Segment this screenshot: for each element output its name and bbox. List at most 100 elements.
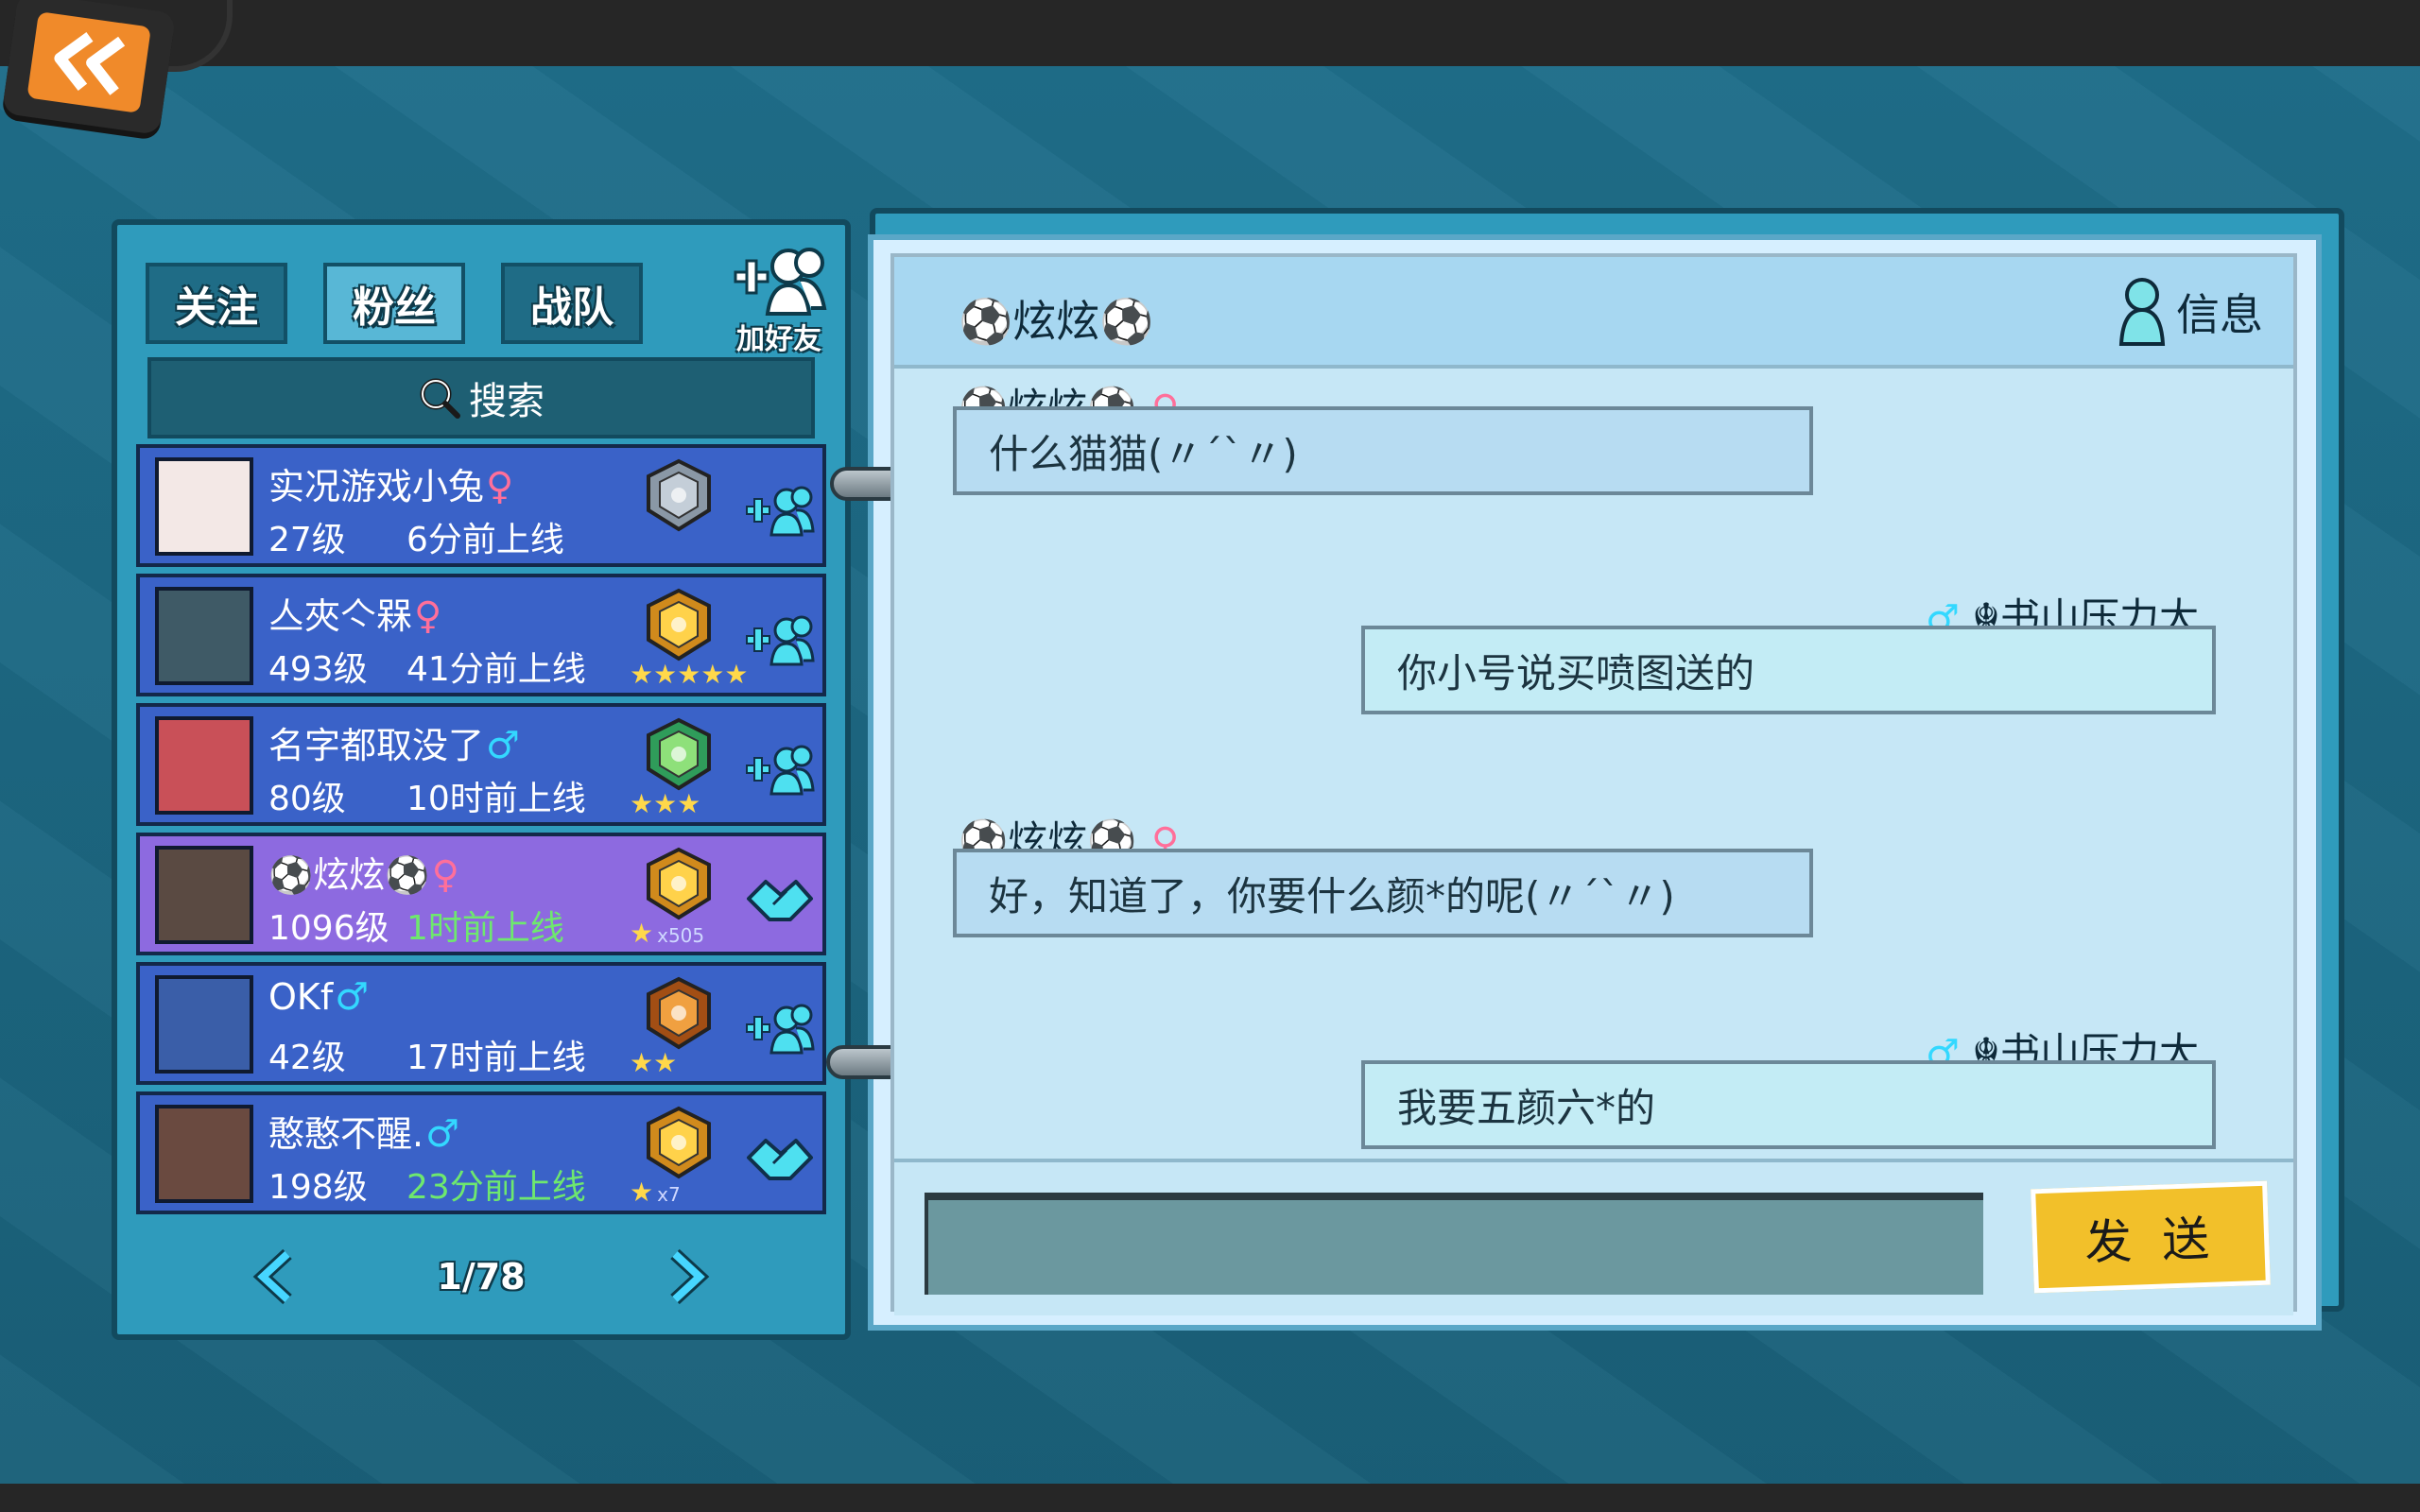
message-bubble: 好，知道了，你要什么颜*的呢(〃´`〃) [953,849,1813,937]
prev-page-icon[interactable] [248,1248,304,1305]
add-friend-icon[interactable] [745,482,815,539]
add-friend-icon [734,248,827,316]
page-number: 1/78 [437,1256,526,1297]
friend-name: 名字都取没了♂ [268,716,520,768]
chat-input-area: 发 送 [894,1159,2293,1315]
rank-stars: ★★★★★ [630,659,752,690]
rank-stars: ★★ [630,1047,681,1078]
message-bubble: 什么猫猫(〃´`〃) [953,406,1813,495]
male-icon: ♂ [486,724,520,767]
friend-name: OKf♂ [268,975,369,1019]
handshake-icon[interactable] [745,870,815,927]
friend-level: 493级 [268,650,368,689]
pager: 1/78 [136,1225,826,1329]
chat-input[interactable] [925,1193,1983,1295]
star-icons: ★ [630,918,654,949]
handshake-icon[interactable] [745,1129,815,1186]
male-icon: ♂ [425,1112,459,1156]
friend-level: 80级 [268,780,346,818]
friend-list: 实况游戏小兔♀ 27级 6分前上线 亼夾亽槑♀ 493级 41分前上线 ★★★★★ 名字都取没… [136,444,826,1221]
tab-follow[interactable]: 关注 [146,263,287,344]
add-friend-button[interactable]: 加好友 [722,242,836,356]
gold-rank-badge [647,847,711,920]
gold-rank-badge [647,588,711,662]
friend-last-online: 6分前上线 [406,521,564,559]
friend-name-text: ⚽炫炫⚽ [268,854,430,896]
friend-row[interactable]: 实况游戏小兔♀ 27级 6分前上线 [136,444,826,567]
rank-stars [630,529,633,560]
star-icons: ★ [630,1177,654,1208]
friend-row[interactable]: 亼夾亽槑♀ 493级 41分前上线 ★★★★★ [136,574,826,696]
add-friend-label: 加好友 [736,323,821,356]
male-icon: ♂ [335,975,370,1019]
friend-name-text: 实况游戏小兔 [268,466,485,507]
female-icon: ♀ [414,594,442,638]
rank-stars: ★ x7 [630,1177,681,1208]
avatar [155,457,253,556]
bottom-bar [0,1484,2420,1512]
send-button[interactable]: 发 送 [2031,1180,2271,1294]
star-icons: ★★ [630,1047,678,1078]
message-bubble: 你小号说买喷图送的 [1361,626,2216,714]
friend-name: 实况游戏小兔♀ [268,457,513,509]
friend-name-text: 名字都取没了 [268,725,485,766]
friend-name-text: 憨憨不醒. [268,1113,424,1155]
friends-panel: 关注 粉丝 战队 加好友 搜索 实况游戏小兔♀ 27级 6分前上线 亼夾亽槑♀ 493级… [112,219,851,1340]
person-icon [2118,278,2166,346]
friend-level: 198级 [268,1168,368,1207]
top-bar [0,0,2420,66]
friend-row[interactable]: OKf♂ 42级 17时前上线 ★★ [136,962,826,1085]
add-friend-icon[interactable] [745,611,815,668]
friend-last-online: 41分前上线 [406,650,586,689]
friend-name: 亼夾亽槑♀ [268,587,441,639]
rank-stars: ★★★ [630,788,704,819]
search-placeholder: 搜索 [469,380,544,423]
add-friend-icon[interactable] [745,1000,815,1057]
friend-name: 憨憨不醒.♂ [268,1105,459,1157]
search-icon [420,378,460,419]
next-page-icon[interactable] [658,1248,715,1305]
info-label: 信息 [2176,289,2263,340]
star-icons: ★★★★★ [630,659,749,690]
avatar [155,846,253,944]
avatar [155,587,253,685]
star-icons: ★★★ [630,788,701,819]
rank-stars: ★ x505 [630,918,704,949]
green-rank-badge [647,717,711,791]
tab-fans[interactable]: 粉丝 [323,263,465,344]
female-icon: ♀ [486,465,514,508]
friend-row[interactable]: 名字都取没了♂ 80级 10时前上线 ★★★ [136,703,826,826]
friend-name-text: 亼夾亽槑 [268,595,413,637]
star-multiplier: x505 [657,924,705,947]
tab-team[interactable]: 战队 [501,263,643,344]
chat-header: ⚽炫炫⚽ 信息 [894,257,2293,369]
chat-title: ⚽炫炫⚽ [959,296,1154,347]
bronze-rank-badge [647,976,711,1050]
friend-last-online: 10时前上线 [406,780,586,818]
friend-last-online: 23分前上线 [406,1168,586,1207]
search-bar[interactable]: 搜索 [147,357,815,438]
info-button[interactable]: 信息 [2116,276,2263,348]
friend-row[interactable]: 憨憨不醒.♂ 198级 23分前上线 ★ x7 [136,1091,826,1214]
friend-last-online: 1时前上线 [406,909,564,948]
avatar [155,975,253,1074]
message-bubble: 我要五颜六*的 [1361,1060,2216,1149]
double-chevron-left-icon [54,31,126,95]
back-button[interactable] [1,0,177,136]
friend-level: 42级 [268,1039,346,1077]
avatar [155,1105,253,1203]
chat-window: ⚽炫炫⚽ 信息 ⚽炫炫⚽ ♀什么猫猫(〃´`〃)♂ ☬书山压力大你小号说买喷图送… [890,253,2297,1315]
avatar [155,716,253,815]
silver-rank-badge [647,458,711,532]
add-friend-icon[interactable] [745,741,815,798]
friend-name: ⚽炫炫⚽♀ [268,846,459,898]
friend-name-text: OKf [268,976,334,1018]
female-icon: ♀ [431,853,459,897]
message-list: ⚽炫炫⚽ ♀什么猫猫(〃´`〃)♂ ☬书山压力大你小号说买喷图送的⚽炫炫⚽ ♀好… [894,369,2293,1159]
friend-level: 1096级 [268,909,389,948]
friend-level: 27级 [268,521,346,559]
friend-last-online: 17时前上线 [406,1039,586,1077]
friend-row[interactable]: ⚽炫炫⚽♀ 1096级 1时前上线 ★ x505 [136,833,826,955]
gold-rank-badge [647,1106,711,1179]
star-multiplier: x7 [657,1183,681,1206]
